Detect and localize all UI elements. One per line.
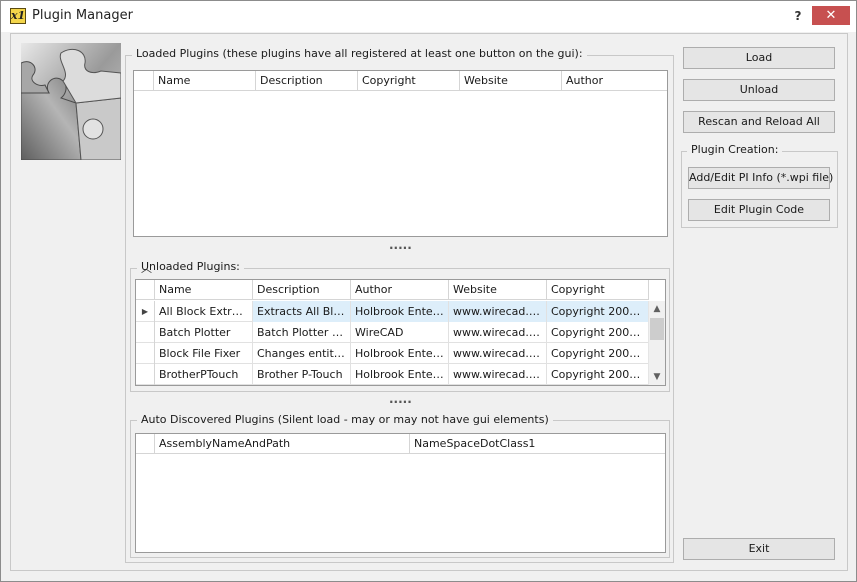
cell-author[interactable]: Holbrook Enterpr... (351, 364, 449, 385)
cell-description[interactable]: Extracts All Block... (253, 301, 351, 322)
scroll-thumb[interactable] (650, 318, 664, 340)
cell-website[interactable]: www.wirecad.com (449, 301, 547, 322)
loaded-plugins-grid[interactable]: Name Description Copyright Website Autho… (133, 70, 668, 237)
cell-author[interactable]: Holbrook Enterpr... (351, 343, 449, 364)
collapse-chevron-icon[interactable]: ︿ (141, 260, 152, 276)
app-icon: x1 (10, 8, 26, 24)
loaded-col-description[interactable]: Description (256, 71, 358, 91)
puzzle-pieces-icon (21, 43, 121, 160)
puzzle-image (21, 43, 121, 160)
unloaded-col-name[interactable]: Name (155, 280, 253, 300)
cell-name[interactable]: BrotherPTouch (155, 364, 253, 385)
cell-name[interactable]: Batch Plotter (155, 322, 253, 343)
table-row[interactable]: BrotherPTouch Brother P-Touch Holbrook E… (136, 364, 649, 385)
unloaded-vertical-scrollbar[interactable]: ▲ ▼ (648, 301, 665, 385)
unloaded-row-header-corner (136, 280, 155, 300)
unloaded-col-copyright[interactable]: Copyright (547, 280, 649, 300)
auto-discovered-grid[interactable]: AssemblyNameAndPath NameSpaceDotClass1 (135, 433, 666, 553)
scroll-up-icon[interactable]: ▲ (649, 301, 665, 317)
loaded-col-website[interactable]: Website (460, 71, 562, 91)
unloaded-col-website[interactable]: Website (449, 280, 547, 300)
table-row[interactable]: ▶ All Block Extractor Extracts All Block… (136, 301, 649, 322)
splitter-bottom[interactable]: ..... (389, 393, 412, 405)
loaded-row-header-corner (134, 71, 154, 91)
add-edit-pi-info-button[interactable]: Add/Edit PI Info (*.wpi file) (688, 167, 833, 189)
rescan-reload-button[interactable]: Rescan and Reload All (683, 111, 835, 133)
cell-author[interactable]: WireCAD (351, 322, 449, 343)
row-header (136, 364, 155, 385)
plugin-manager-window: x1 Plugin Manager ? ✕ Loaded Plugins (th… (0, 0, 857, 582)
title-bar: x1 Plugin Manager ? ✕ (1, 1, 856, 32)
splitter-top[interactable]: ..... (389, 239, 412, 251)
exit-button[interactable]: Exit (683, 538, 835, 560)
help-button[interactable]: ? (790, 7, 806, 25)
auto-col-assembly[interactable]: AssemblyNameAndPath (155, 434, 410, 454)
unloaded-col-description[interactable]: Description (253, 280, 351, 300)
cell-copyright[interactable]: Copyright 2009-2... (547, 343, 649, 364)
unloaded-plugins-grid[interactable]: Name Description Author Website Copyrigh… (135, 279, 666, 386)
load-button[interactable]: Load (683, 47, 835, 69)
row-header (136, 322, 155, 343)
table-row[interactable]: Block File Fixer Changes entities... Hol… (136, 343, 649, 364)
edit-plugin-code-button[interactable]: Edit Plugin Code (688, 199, 830, 221)
unload-button[interactable]: Unload (683, 79, 835, 101)
cell-copyright[interactable]: Copyright 2009-2... (547, 322, 649, 343)
cell-copyright[interactable]: Copyright 2009-2... (547, 301, 649, 322)
cell-name[interactable]: Block File Fixer (155, 343, 253, 364)
unloaded-plugins-header: ︿ Unloaded Plugins: (137, 260, 244, 276)
loaded-grid-header: Name Description Copyright Website Autho… (134, 71, 667, 91)
cell-copyright[interactable]: Copyright 2009 H... (547, 364, 649, 385)
loaded-plugins-label: Loaded Plugins (these plugins have all r… (132, 47, 587, 60)
cell-description[interactable]: Brother P-Touch (253, 364, 351, 385)
loaded-col-name[interactable]: Name (154, 71, 256, 91)
unloaded-col-author[interactable]: Author (351, 280, 449, 300)
cell-website[interactable]: www.wirecad.com (449, 343, 547, 364)
loaded-col-author[interactable]: Author (562, 71, 667, 91)
plugin-creation-label: Plugin Creation: (687, 143, 783, 156)
loaded-col-copyright[interactable]: Copyright (358, 71, 460, 91)
auto-row-header-corner (136, 434, 155, 454)
scroll-down-icon[interactable]: ▼ (649, 369, 665, 385)
cell-description[interactable]: Changes entities... (253, 343, 351, 364)
cell-description[interactable]: Batch Plotter Util... (253, 322, 351, 343)
table-row[interactable]: Batch Plotter Batch Plotter Util... Wire… (136, 322, 649, 343)
current-row-indicator-icon: ▶ (136, 301, 155, 322)
cell-website[interactable]: www.wirecad.com (449, 322, 547, 343)
auto-discovered-label: Auto Discovered Plugins (Silent load - m… (137, 413, 553, 426)
window-title: Plugin Manager (32, 8, 133, 23)
unloaded-plugins-label: Unloaded Plugins: (141, 260, 240, 273)
close-button[interactable]: ✕ (812, 6, 850, 25)
cell-name[interactable]: All Block Extractor (155, 301, 253, 322)
auto-col-namespace[interactable]: NameSpaceDotClass1 (410, 434, 665, 454)
cell-website[interactable]: www.wirecad.com (449, 364, 547, 385)
row-header (136, 343, 155, 364)
cell-author[interactable]: Holbrook Enterpr... (351, 301, 449, 322)
auto-grid-header: AssemblyNameAndPath NameSpaceDotClass1 (136, 434, 665, 454)
unloaded-grid-header: Name Description Author Website Copyrigh… (136, 280, 649, 300)
